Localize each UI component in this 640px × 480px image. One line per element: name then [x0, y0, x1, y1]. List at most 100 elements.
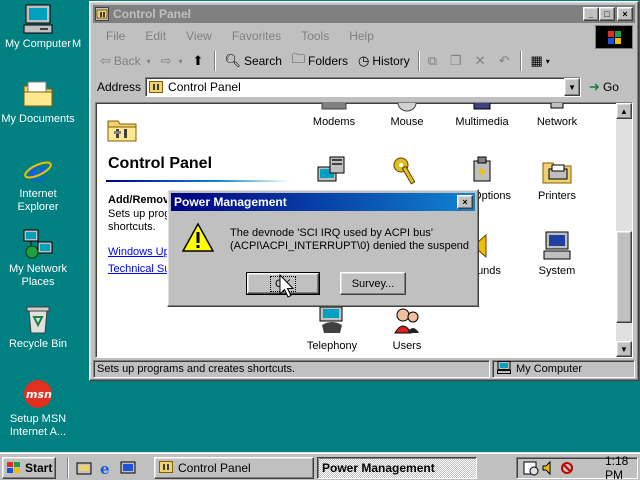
cp-item-system[interactable]: System [517, 230, 597, 277]
show-desktop-icon[interactable] [76, 460, 92, 476]
printer-icon [541, 155, 573, 187]
scroll-down-icon: ▼ [620, 344, 628, 354]
desktop-icon-clipped[interactable]: M [72, 38, 86, 51]
menu-edit[interactable]: Edit [134, 29, 175, 43]
cp-item-passwords[interactable] [292, 155, 372, 190]
cp-item-label: Telephony [306, 340, 358, 352]
views-button[interactable]: ▦ ▾ [525, 50, 554, 72]
search-button[interactable]: 🔍︎ Search [219, 50, 287, 72]
passwords-icon [316, 155, 348, 187]
cp-item-telephony[interactable]: Telephony [292, 305, 372, 352]
mouse-icon [391, 103, 423, 113]
scroll-thumb[interactable] [616, 231, 632, 323]
dialog-titlebar[interactable]: Power Management × [171, 193, 475, 211]
vertical-scrollbar[interactable]: ▲ ▼ [616, 103, 632, 357]
menu-tools[interactable]: Tools [290, 29, 338, 43]
undo-icon: ↶ [498, 53, 510, 68]
go-arrow-icon: ➜ [589, 79, 600, 94]
desktop-icon-internet-explorer[interactable]: e Internet Explorer [0, 153, 76, 214]
history-button[interactable]: ◷ History [353, 50, 415, 72]
dialog-close-button[interactable]: × [457, 195, 473, 209]
address-label: Address [97, 80, 142, 94]
cp-item-mouse[interactable]: Mouse [367, 103, 447, 128]
cp-item-printers[interactable]: Printers [517, 155, 597, 202]
volume-icon[interactable] [541, 460, 557, 476]
dialog-message-line: (ACPI\ACPI_INTERRUPT\0) denied the suspe… [230, 240, 470, 252]
up-folder-button[interactable]: ⬆ [188, 50, 212, 72]
menu-help[interactable]: Help [338, 29, 383, 43]
windows-update-link[interactable]: Windows Upd [108, 246, 176, 258]
cp-item-multimedia[interactable]: Multimedia [442, 103, 522, 128]
internet-explorer-icon: e [22, 153, 54, 189]
menu-favorites[interactable]: Favorites [221, 29, 290, 43]
forward-button[interactable]: ⇨ ▾ [156, 50, 188, 72]
menu-file[interactable]: File [95, 29, 134, 43]
copy-to-button[interactable]: ❐ [445, 50, 470, 72]
task-power-management[interactable]: Power Management [317, 457, 477, 479]
back-label: Back [113, 54, 141, 68]
msn-icon: msn [22, 378, 54, 410]
close-button[interactable]: × [617, 7, 633, 21]
go-label: Go [602, 80, 619, 94]
menu-view[interactable]: View [175, 29, 221, 43]
survey-button[interactable]: Survey... [340, 272, 406, 295]
channels-icon[interactable] [120, 460, 136, 476]
desktop-icon-my-documents[interactable]: My Documents [0, 78, 76, 126]
move-to-icon: ⧉ [427, 53, 437, 68]
cp-item-network[interactable]: Network [517, 103, 597, 128]
windows-logo-icon [595, 25, 633, 49]
mouse-cursor-icon [279, 273, 295, 300]
clock[interactable]: 1:18 PM [605, 454, 637, 480]
users-icon [391, 305, 423, 337]
cp-item-keys[interactable] [367, 155, 447, 190]
task-control-panel[interactable]: Control Panel [154, 457, 314, 479]
address-value: Control Panel [168, 80, 241, 94]
desktop-icon-recycle-bin[interactable]: Recycle Bin [0, 303, 76, 351]
back-button[interactable]: ⇦ Back ▾ [95, 50, 156, 72]
undo-button[interactable]: ↶ [494, 50, 518, 72]
taskbar: Start e Control Panel Power Management 1… [0, 452, 640, 480]
window-titlebar[interactable]: Control Panel _ □ × [93, 5, 635, 23]
folders-button[interactable]: 🗀 Folders [287, 50, 353, 72]
cp-item-users[interactable]: Users [367, 305, 447, 352]
search-label: Search [243, 54, 282, 68]
start-button[interactable]: Start [2, 457, 56, 479]
address-bar: Address Control Panel ▼ ➜ Go [95, 75, 633, 99]
move-to-button[interactable]: ⧉ [423, 50, 445, 72]
desktop-icon-my-network-places[interactable]: My Network Places [0, 228, 76, 289]
control-panel-icon [106, 113, 138, 145]
status-bar: Sets up programs and creates shortcuts. … [93, 359, 635, 379]
title-divider [106, 180, 291, 182]
cp-item-modems[interactable]: Modems [294, 103, 374, 128]
cp-item-label: Network [536, 116, 578, 128]
survey-label: Survey... [351, 277, 395, 290]
internet-explorer-icon[interactable]: e [98, 460, 114, 478]
task-label: Power Management [322, 461, 435, 475]
svg-text:e: e [100, 460, 110, 476]
address-dropdown-button[interactable]: ▼ [564, 78, 581, 96]
desktop-icon-setup-msn[interactable]: msn Setup MSN Internet A... [0, 378, 76, 439]
scroll-down-button[interactable]: ▼ [616, 341, 632, 357]
folders-icon: 🗀 [291, 51, 305, 66]
go-button[interactable]: ➜ Go [589, 79, 619, 95]
delete-button[interactable]: ✕ [470, 50, 494, 72]
scroll-up-button[interactable]: ▲ [616, 103, 632, 119]
views-icon: ▦ [530, 53, 543, 68]
desktop-icon-my-computer[interactable]: My Computer [0, 3, 76, 51]
up-folder-icon: ⬆ [192, 53, 204, 68]
network-status-icon[interactable] [559, 460, 575, 476]
desktop-icon-label: My Computer [4, 38, 72, 50]
minimize-button[interactable]: _ [583, 7, 599, 21]
cp-item-label: Printers [538, 190, 576, 202]
scheduler-icon[interactable] [523, 460, 539, 476]
folders-label: Folders [308, 54, 349, 68]
maximize-button[interactable]: □ [599, 7, 615, 21]
status-zone-label: My Computer [516, 363, 583, 375]
history-icon: ◷ [358, 53, 370, 68]
control-panel-icon [95, 7, 109, 21]
desktop-icon-label: Setup MSN Internet A... [9, 413, 67, 438]
page-title: Control Panel [108, 155, 213, 172]
address-field[interactable]: Control Panel ▼ [145, 77, 582, 97]
cp-item-label: Users [392, 340, 422, 352]
toolbar-separator [520, 51, 523, 71]
